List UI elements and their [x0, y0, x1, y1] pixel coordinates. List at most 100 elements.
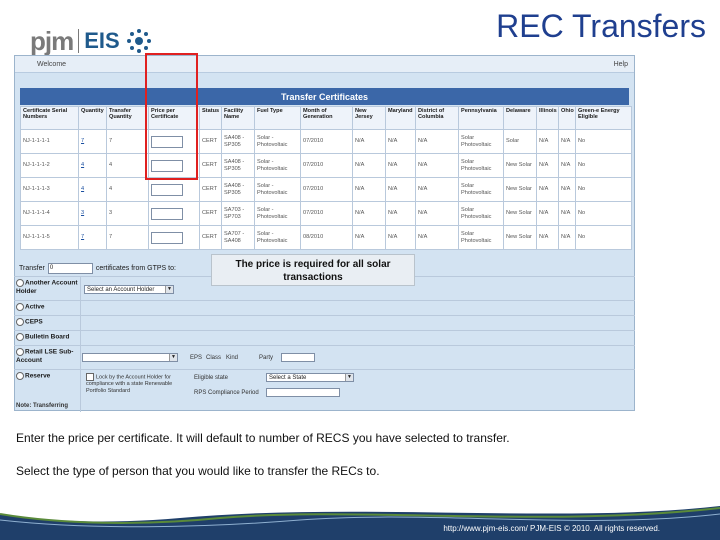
status-cell: CERT — [199, 129, 222, 154]
oh-cell: N/A — [558, 129, 576, 154]
md-cell: N/A — [385, 177, 416, 202]
facility-cell: SA408 - SP305 — [221, 153, 255, 178]
serial-cell: NJ-1-1-1-1 — [20, 129, 79, 154]
de-cell: New Solar — [503, 177, 537, 202]
md-cell: N/A — [385, 225, 416, 250]
oh-cell: N/A — [558, 153, 576, 178]
help-link[interactable]: Help — [614, 61, 628, 68]
status-cell: CERT — [199, 177, 222, 202]
quantity-link[interactable]: 4 — [78, 153, 107, 178]
table-row: NJ-1-1-1-2 4 4 CERT SA408 - SP305 Solar … — [20, 153, 632, 178]
chevron-down-icon: ▼ — [169, 354, 177, 361]
option-label: Another Account Holder — [16, 279, 78, 295]
col-header[interactable]: Month of Generation — [300, 106, 353, 130]
price-input[interactable] — [151, 183, 183, 196]
col-header[interactable]: Fuel Type — [254, 106, 301, 130]
status-cell: CERT — [199, 153, 222, 178]
col-header[interactable]: Transfer Quantity — [106, 106, 149, 130]
instruction-caption-1: Enter the price per certificate. It will… — [16, 431, 510, 445]
nj-cell: N/A — [352, 177, 386, 202]
pa-cell: Solar Photovoltaic — [458, 129, 504, 154]
fuel-cell: Solar - Photovoltaic — [254, 153, 301, 178]
account-holder-select[interactable]: Select an Account Holder ▼ — [84, 285, 174, 294]
month-cell: 07/2010 — [300, 129, 353, 154]
serial-cell: NJ-1-1-1-4 — [20, 201, 79, 226]
il-cell: N/A — [536, 129, 559, 154]
compliance-period-input[interactable] — [266, 388, 340, 397]
logo-divider — [78, 29, 80, 53]
il-cell: N/A — [536, 225, 559, 250]
quantity-link[interactable]: 7 — [78, 225, 107, 250]
facility-cell: SA408 - SP305 — [221, 129, 255, 154]
option-ceps: CEPS — [14, 315, 635, 331]
certificates-table: Certificate Serial Numbers Quantity Tran… — [20, 106, 632, 250]
col-header[interactable]: Illinois — [536, 106, 559, 130]
col-header[interactable]: Pennsylvania — [458, 106, 504, 130]
section-header: Transfer Certificates — [20, 88, 629, 105]
col-header[interactable]: Maryland — [385, 106, 416, 130]
radio-ceps[interactable] — [16, 318, 24, 326]
quantity-link[interactable]: 4 — [78, 177, 107, 202]
price-cell — [148, 177, 200, 202]
pa-cell: Solar Photovoltaic — [458, 225, 504, 250]
green-cell: No — [575, 177, 632, 202]
pa-cell: Solar Photovoltaic — [458, 153, 504, 178]
class-label: Class — [206, 355, 222, 361]
table-row: NJ-1-1-1-4 3 3 CERT SA703 - SP703 Solar … — [20, 201, 632, 226]
price-input[interactable] — [151, 207, 183, 220]
col-header[interactable]: Certificate Serial Numbers — [20, 106, 79, 130]
radio-retail[interactable] — [16, 348, 24, 356]
compliance-period-label: RPS Compliance Period — [194, 390, 259, 396]
logo-pjm-text: pjm — [30, 25, 74, 56]
option-label: CEPS — [25, 318, 43, 326]
nj-cell: N/A — [352, 153, 386, 178]
price-cell — [148, 201, 200, 226]
welcome-link[interactable]: Welcome — [37, 61, 66, 68]
transfer-count-input[interactable]: 0 — [47, 263, 93, 274]
quantity-link[interactable]: 7 — [78, 129, 107, 154]
de-cell: Solar — [503, 129, 537, 154]
col-header[interactable]: Quantity — [78, 106, 107, 130]
col-header[interactable]: Ohio — [558, 106, 576, 130]
checkbox[interactable] — [86, 373, 94, 381]
serial-cell: NJ-1-1-1-5 — [20, 225, 79, 250]
col-header[interactable]: Status — [199, 106, 222, 130]
reserve-compliance-check[interactable]: Lock by the Account Holder for complianc… — [86, 373, 182, 395]
fuel-cell: Solar - Photovoltaic — [254, 129, 301, 154]
il-cell: N/A — [536, 201, 559, 226]
col-header[interactable]: District of Columbia — [415, 106, 459, 130]
de-cell: New Solar — [503, 225, 537, 250]
month-cell: 07/2010 — [300, 201, 353, 226]
retail-subaccount-select[interactable]: ▼ — [82, 353, 178, 362]
price-column-highlight — [145, 53, 198, 180]
status-cell: CERT — [199, 225, 222, 250]
radio-reserve[interactable] — [16, 372, 24, 380]
month-cell: 07/2010 — [300, 177, 353, 202]
footer-text: http://www.pjm-eis.com/ PJM-EIS © 2010. … — [443, 524, 660, 533]
oh-cell: N/A — [558, 201, 576, 226]
radio-another[interactable] — [16, 279, 24, 287]
fuel-cell: Solar - Photovoltaic — [254, 177, 301, 202]
de-cell: New Solar — [503, 153, 537, 178]
option-reserve: Reserve Lock by the Account Holder for c… — [14, 369, 635, 412]
nj-cell: N/A — [352, 201, 386, 226]
col-header[interactable]: Facility Name — [221, 106, 255, 130]
transfer-qty-cell: 7 — [106, 225, 149, 250]
price-input[interactable] — [151, 231, 183, 244]
serial-cell: NJ-1-1-1-3 — [20, 177, 79, 202]
col-header[interactable]: Delaware — [503, 106, 537, 130]
note-text: Note: Transferring — [16, 403, 69, 409]
facility-cell: SA703 - SP703 — [221, 201, 255, 226]
de-cell: New Solar — [503, 201, 537, 226]
quantity-link[interactable]: 3 — [78, 201, 107, 226]
fuel-cell: Solar - Photovoltaic — [254, 201, 301, 226]
party-input[interactable] — [281, 353, 315, 362]
col-header[interactable]: Green-e Energy Eligible — [575, 106, 632, 130]
col-header[interactable]: New Jersey — [352, 106, 386, 130]
radio-bulletin[interactable] — [16, 333, 24, 341]
state-select[interactable]: Select a State ▼ — [266, 373, 354, 382]
radio-active[interactable] — [16, 303, 24, 311]
table-row: NJ-1-1-1-3 4 4 CERT SA408 - SP305 Solar … — [20, 177, 632, 202]
table-row: NJ-1-1-1-5 7 7 CERT SA707 - SA408 Solar … — [20, 225, 632, 250]
option-retail: Retail LSE Sub-Account ▼ EPS Class Kind … — [14, 345, 635, 370]
